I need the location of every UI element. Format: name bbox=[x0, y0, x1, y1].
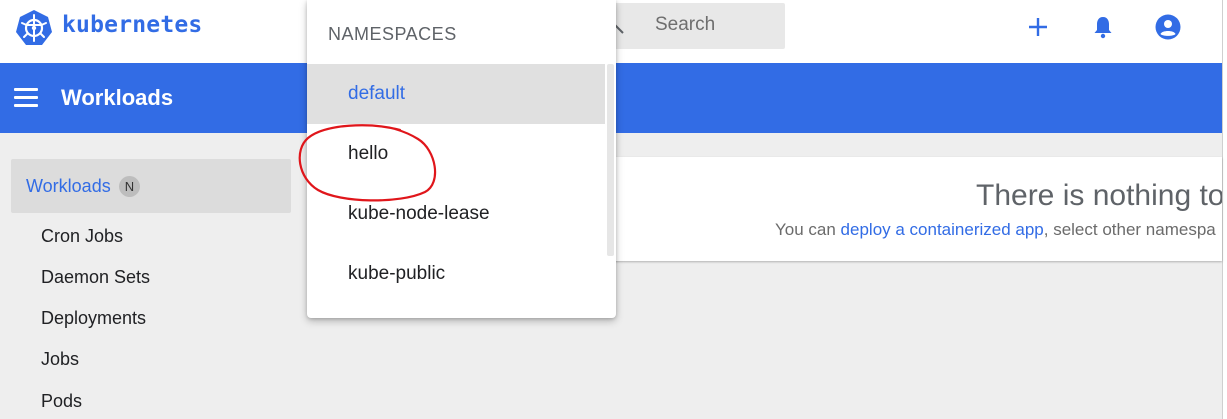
empty-state-subtitle: You can deploy a containerized app, sele… bbox=[775, 220, 1216, 240]
window-edge bbox=[1222, 0, 1227, 419]
search-input[interactable] bbox=[655, 14, 775, 36]
namespace-option-label: kube-public bbox=[348, 263, 446, 284]
kubernetes-logo-icon[interactable] bbox=[14, 8, 54, 48]
empty-state-prefix: You can bbox=[775, 220, 841, 239]
sidebar-item-daemon-sets[interactable]: Daemon Sets bbox=[41, 267, 150, 288]
plus-icon bbox=[1029, 18, 1047, 36]
namespace-option-kube-public[interactable]: kube-public bbox=[307, 244, 605, 304]
search-box[interactable] bbox=[605, 3, 785, 49]
empty-state-suffix: , select other namespa bbox=[1043, 220, 1216, 239]
namespaced-badge: N bbox=[119, 176, 140, 197]
sidebar-item-deployments[interactable]: Deployments bbox=[41, 308, 146, 329]
sidebar-item-cron-jobs[interactable]: Cron Jobs bbox=[41, 226, 123, 247]
namespace-option-label: hello bbox=[348, 143, 389, 164]
namespace-option-label: kube-node-lease bbox=[348, 203, 490, 224]
account-button[interactable] bbox=[1152, 11, 1184, 43]
menu-icon[interactable] bbox=[14, 88, 38, 108]
sidebar-item-pods[interactable]: Pods bbox=[41, 391, 82, 412]
namespace-option-kube-node-lease[interactable]: kube-node-lease bbox=[307, 184, 605, 244]
namespace-option-label: default bbox=[348, 83, 406, 104]
sidebar-item-workloads[interactable]: Workloads N bbox=[11, 159, 291, 213]
page-title: Workloads bbox=[61, 85, 174, 110]
bell-icon bbox=[1094, 17, 1112, 39]
namespace-scrollbar[interactable] bbox=[607, 64, 614, 256]
deploy-app-link[interactable]: deploy a containerized app bbox=[841, 220, 1044, 239]
create-button[interactable] bbox=[1022, 11, 1054, 43]
empty-state-title: There is nothing to bbox=[976, 179, 1222, 212]
brand-name[interactable]: kubernetes bbox=[62, 12, 202, 38]
namespace-option-hello[interactable]: hello bbox=[307, 124, 605, 184]
sidebar-item-label: Workloads bbox=[26, 176, 111, 196]
account-circle-icon bbox=[1155, 14, 1181, 40]
namespace-dropdown-header: NAMESPACES bbox=[328, 24, 457, 44]
namespace-dropdown: NAMESPACES default hello kube-node-lease… bbox=[307, 0, 616, 318]
empty-state-card: There is nothing to You can deploy a con… bbox=[600, 157, 1222, 261]
sidebar-item-jobs[interactable]: Jobs bbox=[41, 349, 79, 370]
namespace-option-default[interactable]: default bbox=[307, 64, 605, 124]
notifications-button[interactable] bbox=[1087, 11, 1119, 43]
